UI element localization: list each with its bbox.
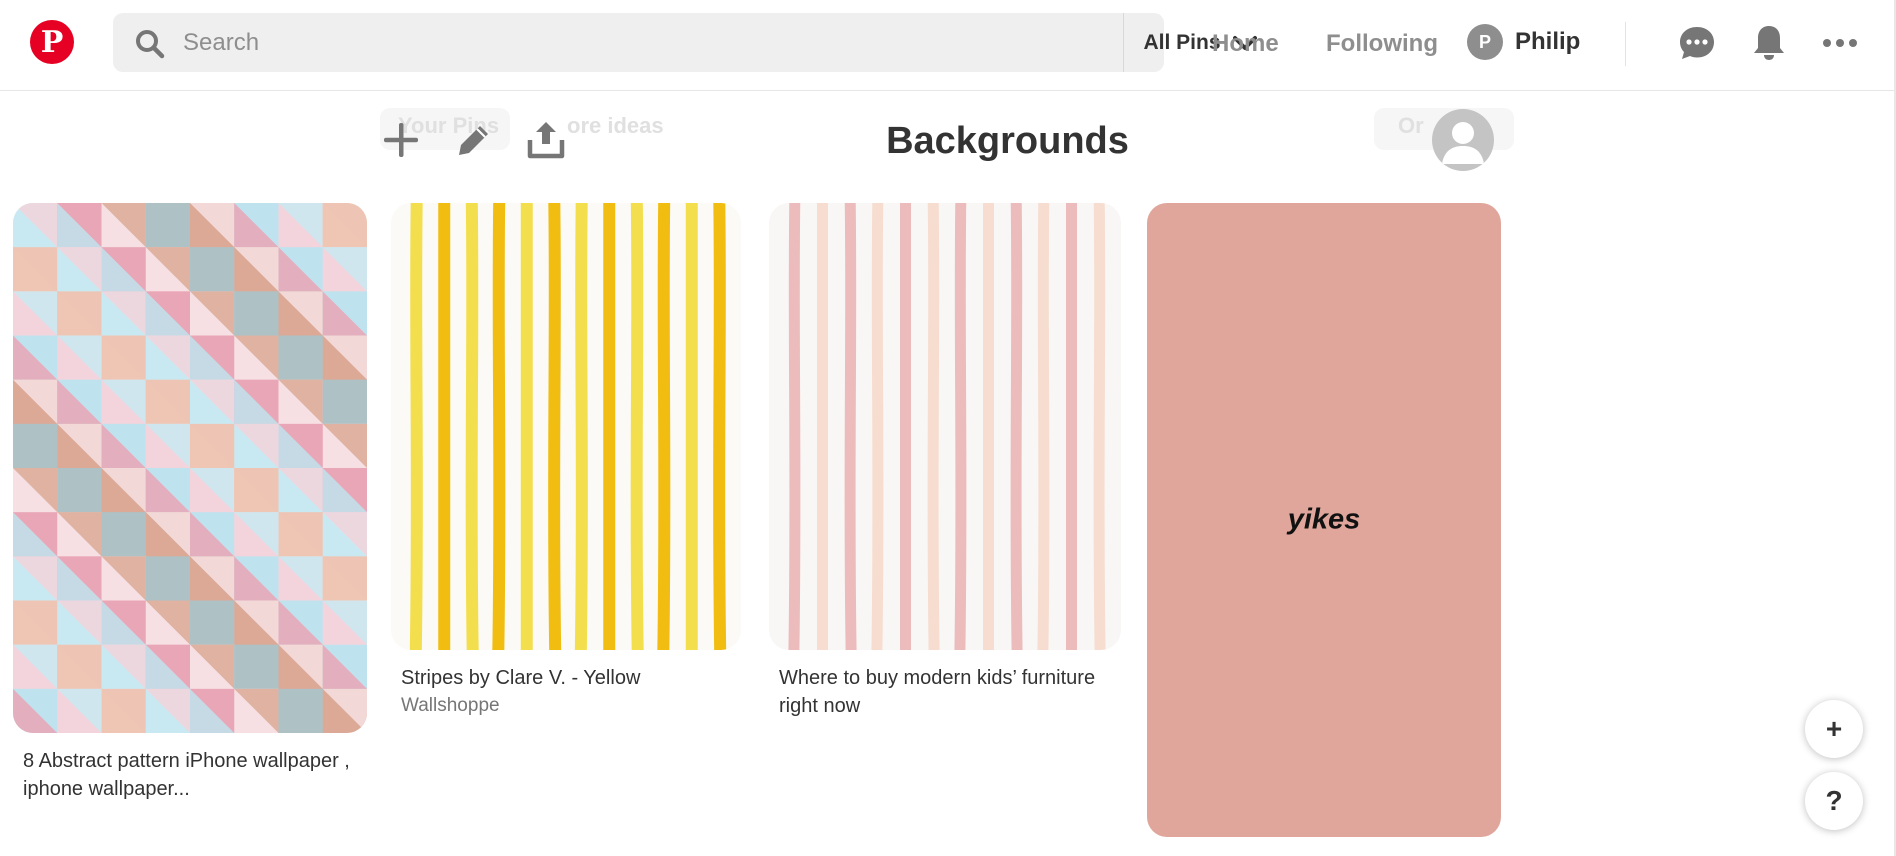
more-button[interactable] <box>1819 22 1861 64</box>
pin-card-yikes[interactable]: yikes <box>1147 203 1501 837</box>
profile-link[interactable]: P Philip <box>1467 24 1580 60</box>
yellow-stripes-image <box>409 203 727 650</box>
pin-image <box>13 203 367 733</box>
all-pins-label: All Pins <box>1143 30 1221 54</box>
avatar: P <box>1467 24 1503 60</box>
pinterest-logo[interactable]: P <box>30 20 74 64</box>
pencil-icon <box>459 126 488 155</box>
pin-image <box>769 203 1121 650</box>
logo-letter: P <box>40 24 64 60</box>
nav-following-link[interactable]: Following <box>1326 30 1438 58</box>
pin-title: Where to buy modern kids’ furniture righ… <box>779 664 1124 720</box>
edit-board-button[interactable] <box>452 118 496 162</box>
pin-image: yikes <box>1147 203 1501 837</box>
board-collaborator-avatar[interactable] <box>1432 109 1494 171</box>
add-button[interactable] <box>379 118 423 162</box>
speech-bubble-icon <box>1680 27 1714 59</box>
header-divider <box>1625 22 1626 66</box>
user-silhouette-icon <box>1442 122 1484 164</box>
search-icon <box>136 30 165 59</box>
pin-source: Wallshoppe <box>401 695 500 716</box>
board-title: Backgrounds <box>886 120 1129 162</box>
pin-title: 8 Abstract pattern iPhone wallpaper , ip… <box>23 747 383 803</box>
pin-card-pink-stripes[interactable]: Where to buy modern kids’ furniture righ… <box>769 203 1121 723</box>
pin-image <box>391 203 741 650</box>
pin-title-line2: right now <box>779 695 861 717</box>
more-ideas-tab-ghost: ore ideas <box>567 113 664 138</box>
pin-title-line1: Where to buy modern kids’ furniture <box>779 667 1096 689</box>
profile-name: Philip <box>1515 28 1581 55</box>
pin-card-yellow-stripes[interactable]: Stripes by Clare V. - Yellow Wallshoppe <box>391 203 741 723</box>
pin-card-abstract-pattern[interactable]: 8 Abstract pattern iPhone wallpaper , ip… <box>13 203 367 813</box>
messages-button[interactable] <box>1676 22 1718 64</box>
help-button[interactable]: ? <box>1805 772 1863 830</box>
pin-title-line1: 8 Abstract pattern iPhone wallpaper , <box>23 750 350 772</box>
nav-home-link[interactable]: Home <box>1212 30 1279 58</box>
share-button[interactable] <box>524 118 568 162</box>
search-bar[interactable]: All Pins <box>113 13 1257 72</box>
bell-icon <box>1754 26 1784 60</box>
plus-icon <box>384 123 418 157</box>
triangle-pattern-image <box>13 203 367 733</box>
search-input[interactable] <box>183 13 1103 72</box>
pin-title: Stripes by Clare V. - Yellow <box>401 667 641 689</box>
organize-tab-ghost: Or <box>1398 113 1424 138</box>
search-divider <box>1123 13 1124 72</box>
more-icon <box>1823 39 1857 47</box>
floating-add-button[interactable]: + <box>1805 700 1863 758</box>
pin-overlay-text: yikes <box>1287 503 1361 536</box>
pin-title-line2: iphone wallpaper... <box>23 778 190 800</box>
pink-stripes-image <box>788 203 1106 650</box>
notifications-button[interactable] <box>1748 22 1790 64</box>
top-nav-bar: P All Pins Home Following P Philip <box>0 0 1896 91</box>
share-upload-icon <box>527 122 565 159</box>
